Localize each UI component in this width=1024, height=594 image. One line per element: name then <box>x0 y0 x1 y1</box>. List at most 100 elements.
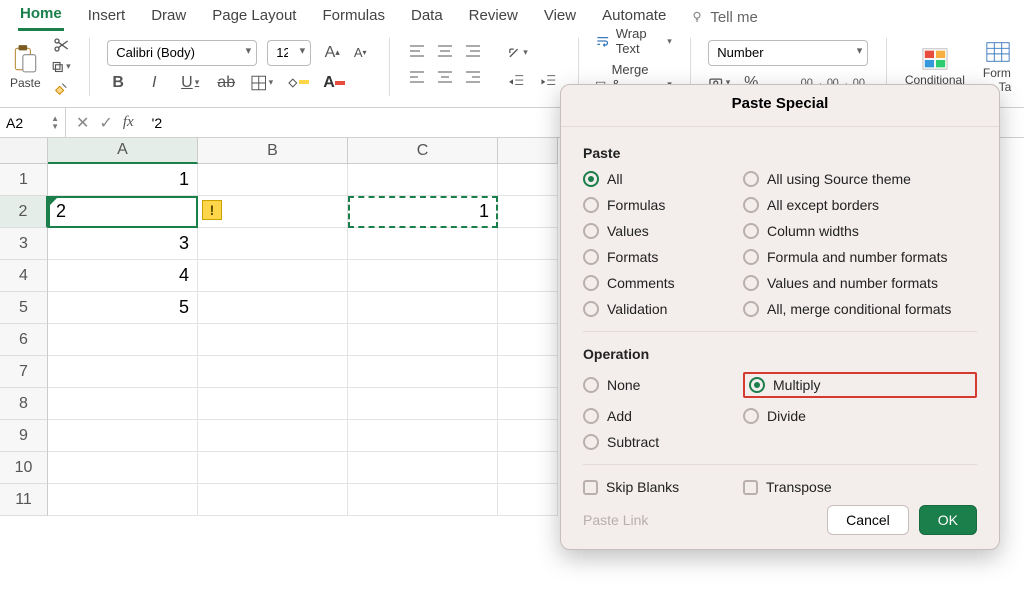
cell-a10[interactable] <box>48 452 198 484</box>
cell-a8[interactable] <box>48 388 198 420</box>
tab-draw[interactable]: Draw <box>149 5 188 30</box>
col-header-d[interactable] <box>498 138 558 164</box>
align-middle-button[interactable] <box>436 43 460 65</box>
cell-c2[interactable]: 1 <box>348 196 498 228</box>
cut-button[interactable] <box>51 36 71 54</box>
decrease-font-button[interactable]: A▾ <box>349 42 371 64</box>
select-all-corner[interactable] <box>0 138 48 164</box>
cell-c5[interactable] <box>348 292 498 324</box>
align-center-button[interactable] <box>436 69 460 91</box>
italic-button[interactable]: I <box>143 72 165 94</box>
radio-source-theme[interactable]: All using Source theme <box>743 171 977 187</box>
cell-a6[interactable] <box>48 324 198 356</box>
cell-c6[interactable] <box>348 324 498 356</box>
cell-c11[interactable] <box>348 484 498 516</box>
enter-formula-icon[interactable]: ✓ <box>99 113 112 133</box>
number-format-select[interactable] <box>708 40 868 66</box>
radio-column-widths[interactable]: Column widths <box>743 223 977 239</box>
align-top-button[interactable] <box>408 43 432 65</box>
align-left-button[interactable] <box>408 69 432 91</box>
radio-all[interactable]: All <box>583 171 743 187</box>
radio-op-none[interactable]: None <box>583 372 743 398</box>
checkbox-transpose[interactable]: Transpose <box>743 479 977 495</box>
strikethrough-button[interactable]: ab <box>215 72 237 94</box>
paste-button[interactable]: Paste <box>10 44 41 90</box>
underline-button[interactable]: U▾ <box>179 72 201 94</box>
tab-data[interactable]: Data <box>409 5 445 30</box>
radio-formulas[interactable]: Formulas <box>583 197 743 213</box>
cell-d3[interactable] <box>498 228 558 260</box>
cell-d9[interactable] <box>498 420 558 452</box>
radio-op-add[interactable]: Add <box>583 408 743 424</box>
row-header-9[interactable]: 9 <box>0 420 48 452</box>
radio-values-number-formats[interactable]: Values and number formats <box>743 275 977 291</box>
cell-d1[interactable] <box>498 164 558 196</box>
row-header-11[interactable]: 11 <box>0 484 48 516</box>
radio-except-borders[interactable]: All except borders <box>743 197 977 213</box>
row-header-7[interactable]: 7 <box>0 356 48 388</box>
conditional-formatting-button[interactable]: Conditional <box>905 47 965 87</box>
radio-merge-conditional[interactable]: All, merge conditional formats <box>743 301 977 317</box>
radio-formula-number-formats[interactable]: Formula and number formats <box>743 249 977 265</box>
align-bottom-button[interactable] <box>464 43 488 65</box>
name-box[interactable]: A2 ▲▼ <box>0 108 66 137</box>
cell-b9[interactable] <box>198 420 348 452</box>
cell-a2[interactable]: 2 <box>48 196 198 228</box>
cell-c1[interactable] <box>348 164 498 196</box>
cell-a9[interactable] <box>48 420 198 452</box>
row-header-6[interactable]: 6 <box>0 324 48 356</box>
row-header-8[interactable]: 8 <box>0 388 48 420</box>
cell-b6[interactable] <box>198 324 348 356</box>
wrap-text-button[interactable]: Wrap Text▾ <box>596 26 672 56</box>
tab-insert[interactable]: Insert <box>86 5 128 30</box>
cell-a4[interactable]: 4 <box>48 260 198 292</box>
cell-b4[interactable] <box>198 260 348 292</box>
tab-page-layout[interactable]: Page Layout <box>210 5 298 30</box>
orientation-button[interactable]: ▾ <box>506 42 528 64</box>
radio-formats[interactable]: Formats <box>583 249 743 265</box>
decrease-indent-button[interactable] <box>506 70 528 92</box>
cell-b3[interactable] <box>198 228 348 260</box>
cell-a3[interactable]: 3 <box>48 228 198 260</box>
checkbox-skip-blanks[interactable]: Skip Blanks <box>583 479 743 495</box>
cell-a11[interactable] <box>48 484 198 516</box>
cell-c8[interactable] <box>348 388 498 420</box>
error-smart-tag[interactable]: ! <box>202 200 222 220</box>
row-header-10[interactable]: 10 <box>0 452 48 484</box>
row-header-5[interactable]: 5 <box>0 292 48 324</box>
tell-me[interactable]: Tell me <box>690 9 758 26</box>
cell-b8[interactable] <box>198 388 348 420</box>
radio-op-subtract[interactable]: Subtract <box>583 434 743 450</box>
row-header-3[interactable]: 3 <box>0 228 48 260</box>
cell-c10[interactable] <box>348 452 498 484</box>
col-header-b[interactable]: B <box>198 138 348 164</box>
cell-c9[interactable] <box>348 420 498 452</box>
cell-b1[interactable] <box>198 164 348 196</box>
fill-color-button[interactable] <box>287 72 309 94</box>
increase-font-button[interactable]: A▴ <box>321 42 343 64</box>
tab-formulas[interactable]: Formulas <box>320 5 387 30</box>
radio-op-divide[interactable]: Divide <box>743 408 977 424</box>
format-painter-button[interactable] <box>51 80 71 98</box>
cell-b10[interactable] <box>198 452 348 484</box>
cell-c3[interactable] <box>348 228 498 260</box>
tab-view[interactable]: View <box>542 5 578 30</box>
cell-b5[interactable] <box>198 292 348 324</box>
cell-d2[interactable] <box>498 196 558 228</box>
cancel-formula-icon[interactable]: ✕ <box>76 113 89 133</box>
copy-button[interactable]: ▾ <box>51 58 71 76</box>
cell-d10[interactable] <box>498 452 558 484</box>
cell-a1[interactable]: 1 <box>48 164 198 196</box>
cell-c4[interactable] <box>348 260 498 292</box>
cell-a5[interactable]: 5 <box>48 292 198 324</box>
radio-validation[interactable]: Validation <box>583 301 743 317</box>
cell-d8[interactable] <box>498 388 558 420</box>
font-color-button[interactable]: A <box>323 72 345 94</box>
cell-c7[interactable] <box>348 356 498 388</box>
cell-a7[interactable] <box>48 356 198 388</box>
col-header-c[interactable]: C <box>348 138 498 164</box>
col-header-a[interactable]: A <box>48 138 198 164</box>
increase-indent-button[interactable] <box>538 70 560 92</box>
font-select[interactable] <box>107 40 257 66</box>
row-header-4[interactable]: 4 <box>0 260 48 292</box>
